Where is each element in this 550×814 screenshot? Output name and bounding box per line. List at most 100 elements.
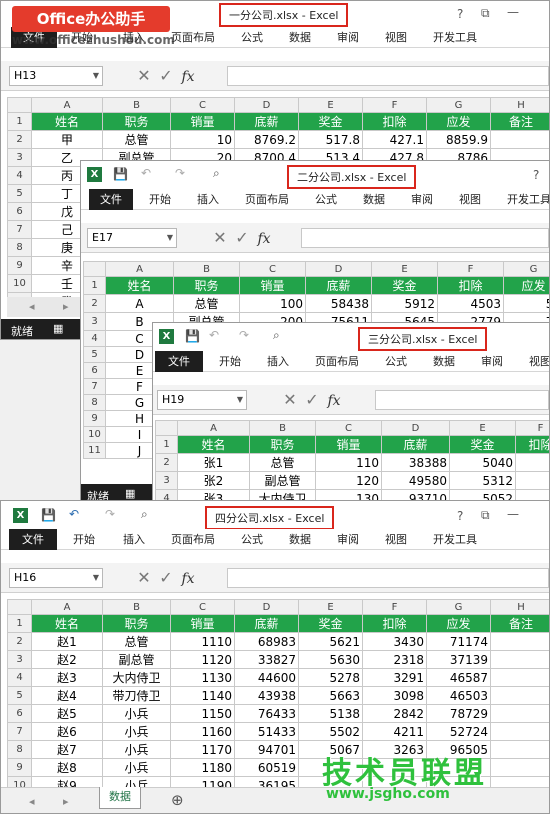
header-cell[interactable]: 姓名 — [105, 276, 174, 295]
cell[interactable]: 总管 — [249, 453, 316, 472]
cell[interactable]: 100 — [239, 294, 306, 313]
cell[interactable]: 大内侍卫 — [102, 668, 171, 687]
row-header[interactable]: 4 — [7, 668, 32, 687]
header-cell[interactable]: 职务 — [173, 276, 240, 295]
scroll-right-icon[interactable]: ▸ — [63, 795, 69, 808]
cell[interactable]: 张2 — [177, 471, 250, 490]
col-header[interactable]: F — [362, 97, 427, 113]
function-icon[interactable]: fx — [177, 69, 199, 85]
minimize-icon[interactable]: — — [507, 5, 519, 19]
cell[interactable]: 甲 — [31, 130, 103, 149]
tab-data[interactable]: 数据 — [363, 189, 385, 210]
header-cell[interactable]: 职务 — [249, 435, 316, 454]
col-header[interactable]: F — [515, 420, 549, 436]
cell[interactable]: 43938 — [234, 686, 299, 705]
name-box[interactable]: E17 ▼ — [87, 228, 177, 248]
scroll-right-icon[interactable]: ▸ — [63, 300, 69, 313]
cell[interactable]: 5912 — [371, 294, 438, 313]
cancel-icon[interactable]: ✕ — [133, 66, 155, 85]
row-header[interactable]: 6 — [83, 362, 106, 379]
formula-input[interactable] — [301, 228, 549, 248]
select-all-corner[interactable] — [7, 97, 32, 113]
header-cell[interactable]: 奖金 — [298, 112, 363, 131]
select-all-corner[interactable] — [155, 420, 178, 436]
row-header[interactable]: 2 — [155, 453, 178, 472]
col-header[interactable]: C — [170, 97, 235, 113]
header-cell[interactable]: 奖金 — [449, 435, 516, 454]
col-header[interactable]: E — [449, 420, 516, 436]
header-cell[interactable]: 姓名 — [177, 435, 250, 454]
tab-page-layout[interactable]: 页面布局 — [315, 351, 359, 372]
cell[interactable] — [490, 650, 549, 669]
cell[interactable] — [490, 130, 549, 149]
formula-input[interactable] — [227, 568, 549, 588]
add-sheet-icon[interactable]: ⊕ — [171, 791, 184, 809]
cell[interactable] — [490, 668, 549, 687]
check-icon[interactable]: ✓ — [155, 568, 177, 587]
row-header[interactable]: 2 — [83, 294, 106, 313]
cell[interactable] — [490, 740, 549, 759]
cell[interactable]: 4503 — [437, 294, 504, 313]
col-header[interactable]: B — [102, 599, 171, 615]
cell[interactable]: 44600 — [234, 668, 299, 687]
row-header[interactable]: 9 — [7, 758, 32, 777]
cell[interactable]: 76433 — [234, 704, 299, 723]
cell[interactable]: 赵7 — [31, 740, 103, 759]
cell[interactable]: 5312 — [449, 471, 516, 490]
formula-input[interactable] — [375, 390, 549, 410]
undo-icon[interactable]: ↶ — [209, 328, 219, 342]
cell[interactable]: 5630 — [298, 650, 363, 669]
col-header[interactable]: B — [102, 97, 171, 113]
col-header[interactable]: G — [503, 261, 549, 277]
save-icon[interactable]: 💾 — [41, 508, 56, 522]
redo-icon[interactable]: ↷ — [239, 328, 249, 342]
tab-file[interactable]: 文件 — [9, 529, 57, 550]
col-header[interactable]: D — [234, 97, 299, 113]
cell[interactable]: 3430 — [362, 632, 427, 651]
cell[interactable]: 8859.9 — [426, 130, 491, 149]
row-header[interactable]: 4 — [83, 330, 106, 347]
cell[interactable]: 51433 — [234, 722, 299, 741]
header-cell[interactable]: 职务 — [102, 112, 171, 131]
row-header[interactable]: 7 — [7, 220, 32, 239]
row-header[interactable]: 9 — [83, 410, 106, 427]
col-header[interactable]: E — [298, 97, 363, 113]
tab-file[interactable]: 文件 — [155, 351, 203, 372]
header-cell[interactable]: 销量 — [170, 614, 235, 633]
cell[interactable]: 总管 — [173, 294, 240, 313]
print-preview-icon[interactable]: ⌕ — [273, 328, 280, 343]
cell[interactable]: 78729 — [426, 704, 491, 723]
cell[interactable] — [515, 453, 549, 472]
tab-insert[interactable]: 插入 — [197, 189, 219, 210]
cell[interactable]: 1140 — [170, 686, 235, 705]
row-header[interactable]: 6 — [7, 202, 32, 221]
cell[interactable]: 小兵 — [102, 740, 171, 759]
row-header[interactable]: 5 — [83, 346, 106, 363]
tab-view[interactable]: 视图 — [459, 189, 481, 210]
col-header[interactable]: D — [305, 261, 372, 277]
row-header[interactable]: 4 — [7, 166, 32, 185]
minimize-icon[interactable]: — — [507, 507, 519, 521]
help-icon[interactable]: ? — [533, 168, 539, 182]
tab-view[interactable]: 视图 — [385, 27, 407, 48]
row-header[interactable]: 10 — [83, 426, 106, 443]
check-icon[interactable]: ✓ — [301, 390, 323, 409]
cell[interactable]: 小兵 — [102, 722, 171, 741]
cell[interactable]: 120 — [315, 471, 382, 490]
cell[interactable]: 68983 — [234, 632, 299, 651]
header-cell[interactable]: 销量 — [170, 112, 235, 131]
cell[interactable]: 赵4 — [31, 686, 103, 705]
col-header[interactable]: E — [371, 261, 438, 277]
save-icon[interactable]: 💾 — [113, 167, 128, 181]
cancel-icon[interactable]: ✕ — [209, 228, 231, 247]
cell[interactable]: 37139 — [426, 650, 491, 669]
cell[interactable] — [490, 686, 549, 705]
cell[interactable]: 5040 — [449, 453, 516, 472]
cell[interactable]: 小兵 — [102, 758, 171, 777]
name-box[interactable]: H13 ▼ — [9, 66, 103, 86]
header-cell[interactable]: 奖金 — [298, 614, 363, 633]
cell[interactable] — [490, 722, 549, 741]
row-header[interactable]: 8 — [7, 740, 32, 759]
restore-icon[interactable]: ⧉ — [481, 508, 490, 523]
col-header[interactable]: E — [298, 599, 363, 615]
